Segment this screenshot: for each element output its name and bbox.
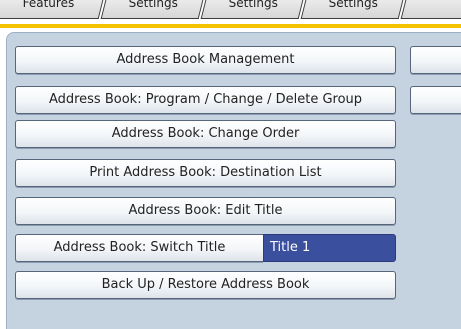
back-up-restore-button[interactable]: Back Up / Restore Address Book xyxy=(15,271,396,299)
active-tab-accent-line xyxy=(0,24,461,28)
tab-settings-1[interactable]: Settings xyxy=(100,0,206,19)
tab-features[interactable]: Features xyxy=(0,0,106,19)
side-button-1[interactable] xyxy=(410,46,461,74)
tab-settings-2[interactable]: Settings xyxy=(200,0,306,19)
tab-strip: Features Settings Settings Settings xyxy=(0,0,461,24)
address-book-management-button[interactable]: Address Book Management xyxy=(15,46,396,74)
print-destination-list-button[interactable]: Print Address Book: Destination List xyxy=(15,159,396,187)
settings-screen: Features Settings Settings Settings Addr… xyxy=(0,0,461,329)
change-order-button[interactable]: Address Book: Change Order xyxy=(15,120,396,148)
edit-title-button[interactable]: Address Book: Edit Title xyxy=(15,197,396,225)
tab-more[interactable] xyxy=(400,0,461,19)
tab-label: Settings xyxy=(129,0,179,10)
switch-title-current-value: Title 1 xyxy=(263,234,396,262)
tab-label: Settings xyxy=(329,0,379,10)
tab-settings-3[interactable]: Settings xyxy=(300,0,406,19)
switch-title-button[interactable]: Address Book: Switch Title xyxy=(15,234,263,262)
side-button-2[interactable] xyxy=(410,86,461,114)
tab-label: Settings xyxy=(229,0,279,10)
switch-title-row: Address Book: Switch Title Title 1 xyxy=(15,234,396,262)
tab-label: Features xyxy=(22,0,75,10)
program-change-delete-group-button[interactable]: Address Book: Program / Change / Delete … xyxy=(15,86,396,114)
